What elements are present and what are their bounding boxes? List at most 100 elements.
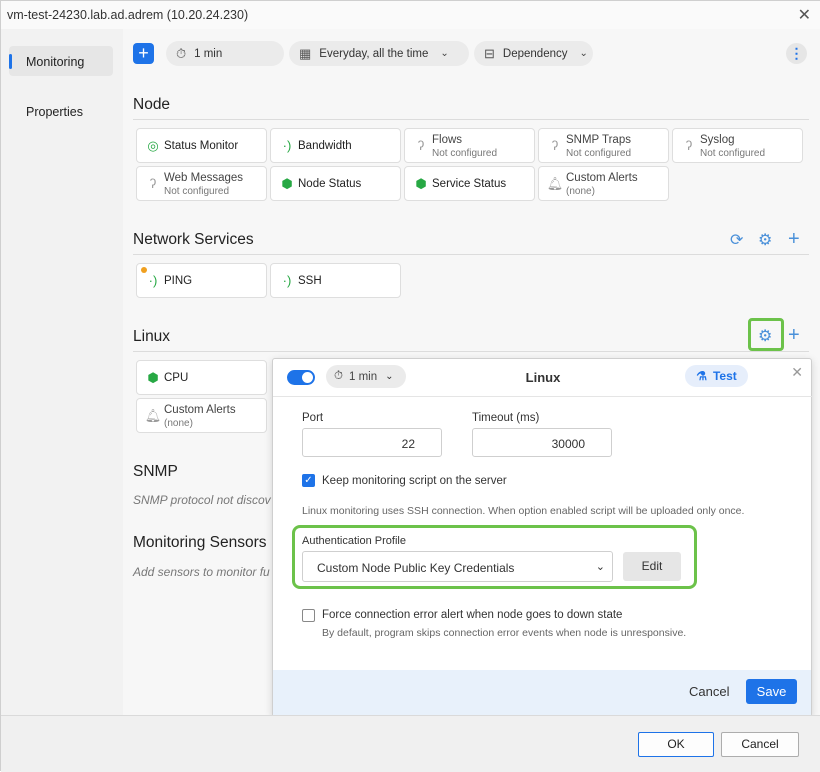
close-icon[interactable]: ✕ [798,5,811,25]
sidebar-item-properties[interactable]: Properties [9,96,113,126]
tile-label: PING [164,275,193,287]
ok-button[interactable]: OK [638,732,714,757]
tile-label: Syslog [700,134,735,146]
timeout-input[interactable]: 30000 [472,428,612,457]
section-title-snmp: SNMP [133,463,178,480]
bell-icon: 🔔︎ [144,408,162,423]
tile-status: Not configured [432,148,498,159]
cube-icon: ⬢ [415,176,427,191]
tile-label: SNMP Traps [566,134,631,146]
popup-interval-label: 1 min [348,370,378,383]
flask-icon: ⚗ [696,369,707,383]
signal-icon: ·) [282,273,292,288]
section-title-monitoring-sensors: Monitoring Sensors [133,534,267,551]
tile-status: Not configured [164,186,230,197]
tile-node-status[interactable]: ⬢ Node Status [270,166,401,201]
tile-flows[interactable]: ʔ Flows Not configured [404,128,535,163]
auth-profile-value: Custom Node Public Key Credentials [317,561,515,575]
divider [133,119,809,120]
force-alert-note: By default, program skips connection err… [322,627,687,639]
close-icon[interactable]: ✕ [791,364,803,381]
auth-profile-label: Authentication Profile [302,535,406,547]
chevron-down-icon: ⌄ [440,48,449,59]
tile-snmp-traps[interactable]: ʔ SNMP Traps Not configured [538,128,669,163]
force-alert-checkbox[interactable] [302,609,315,622]
schedule-label: Everyday, all the time [319,47,429,60]
save-button[interactable]: Save [746,679,797,704]
tile-label: CPU [164,372,189,384]
cube-icon: ⬢ [281,176,293,191]
snmp-note: SNMP protocol not discov [133,493,271,507]
tile-status: Not configured [700,148,766,159]
port-label: Port [302,412,324,424]
tile-status: (none) [566,186,595,197]
tile-cpu[interactable]: ⬢ CPU [136,360,267,395]
chevron-down-icon: ⌄ [385,371,394,382]
popup-cancel-button[interactable]: Cancel [689,684,729,699]
tile-bandwidth[interactable]: ·) Bandwidth [270,128,401,163]
interval-label: 1 min [194,47,223,60]
enable-toggle[interactable] [287,370,315,385]
more-options-icon[interactable]: ⋮ [786,43,807,64]
divider [133,351,809,352]
interval-selector[interactable]: ⏱ 1 min [166,41,284,66]
ear-icon: ʔ [685,138,693,153]
tile-label: Service Status [432,178,507,190]
tile-status-monitor[interactable]: ◎ Status Monitor [136,128,267,163]
dependency-selector[interactable]: ⊟ Dependency ⌄ [474,41,593,66]
cancel-button[interactable]: Cancel [721,732,799,757]
tile-syslog[interactable]: ʔ Syslog Not configured [672,128,803,163]
tile-label: Custom Alerts [164,404,236,416]
keep-script-label: Keep monitoring script on the server [322,475,507,487]
popup-header: ⏱ 1 min ⌄ Linux ⚗ Test ✕ [273,359,813,397]
schedule-selector[interactable]: ▦ Everyday, all the time ⌄ [289,41,469,66]
ear-icon: ʔ [551,138,559,153]
test-label: Test [712,369,737,383]
keep-script-checkbox[interactable]: ✓ [302,474,315,487]
add-sensor-icon[interactable]: + [788,325,800,345]
section-title-network-services: Network Services [133,231,254,248]
sidebar: Monitoring Properties [1,29,123,715]
tile-label: Bandwidth [298,140,352,152]
tile-linux-custom-alerts[interactable]: 🔔︎ Custom Alerts (none) [136,398,267,433]
gear-icon[interactable]: ⚙ [758,230,772,250]
tile-ping[interactable]: ·) PING [136,263,267,298]
stopwatch-icon: ⏱ [176,45,187,61]
gear-highlight [748,318,784,351]
tile-service-status[interactable]: ⬢ Service Status [404,166,535,201]
dependency-label: Dependency [502,47,568,60]
section-title-linux: Linux [133,328,171,345]
tile-status: Not configured [566,148,632,159]
tile-label: Web Messages [164,172,244,184]
tile-label: Node Status [298,178,362,190]
popup-footer [273,670,811,717]
timeout-label: Timeout (ms) [472,412,540,424]
edit-button[interactable]: Edit [623,552,681,581]
add-button[interactable]: + [133,43,154,64]
tile-status: (none) [164,418,193,429]
tile-label: Custom Alerts [566,172,638,184]
force-alert-label: Force connection error alert when node g… [322,609,623,621]
signal-icon: ·) [282,138,292,153]
sensors-note: Add sensors to monitor fu [133,565,270,579]
title-bar: vm-test-24230.lab.ad.adrem (10.20.24.230… [1,1,820,29]
test-button[interactable]: ⚗ Test [685,365,748,387]
window-title: vm-test-24230.lab.ad.adrem (10.20.24.230… [7,8,249,22]
status-monitor-icon: ◎ [147,138,159,153]
chevron-down-icon: ⌄ [579,48,588,59]
add-service-icon[interactable]: + [788,229,800,249]
port-input[interactable]: 22 [302,428,442,457]
tile-ssh[interactable]: ·) SSH [270,263,401,298]
chevron-down-icon: ⌄ [595,561,605,573]
auth-profile-select[interactable]: Custom Node Public Key Credentials ⌄ [302,551,613,582]
cube-icon: ⬢ [147,370,159,385]
tile-web-messages[interactable]: ʔ Web Messages Not configured [136,166,267,201]
refresh-icon[interactable]: ⟳ [730,230,743,250]
popup-interval-selector[interactable]: ⏱ 1 min ⌄ [326,365,406,388]
tile-custom-alerts[interactable]: 🔔︎ Custom Alerts (none) [538,166,669,201]
ssh-note: Linux monitoring uses SSH connection. Wh… [302,505,745,517]
tile-label: Status Monitor [164,140,239,152]
tile-label: SSH [298,275,322,287]
sidebar-item-monitoring[interactable]: Monitoring [9,46,113,76]
ear-icon: ʔ [417,138,425,153]
